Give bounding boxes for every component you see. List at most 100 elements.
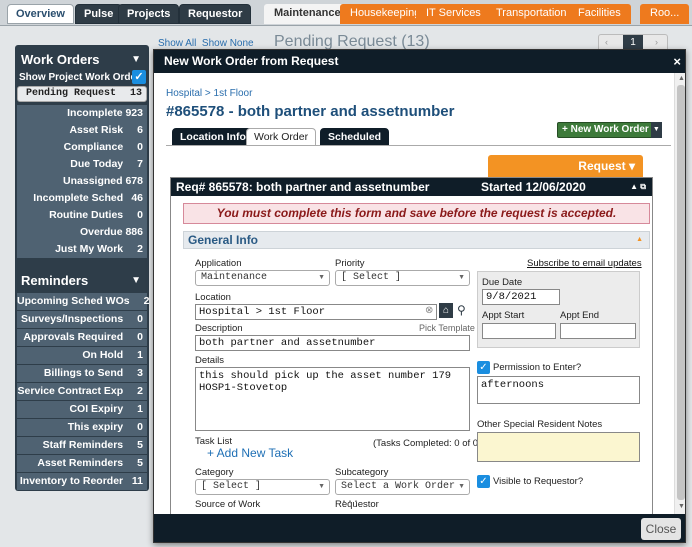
show-project-label: Show Project Work Orders bbox=[19, 72, 146, 83]
sidebar-item-billings-to-send[interactable]: Billings to Send 3 bbox=[17, 365, 147, 382]
close-button[interactable]: Close bbox=[641, 518, 681, 540]
work-orders-header[interactable]: Work Orders ▼ bbox=[15, 49, 149, 71]
tab-scheduled[interactable]: Scheduled bbox=[320, 128, 390, 146]
tab-rooms[interactable]: Roo... bbox=[640, 4, 690, 24]
close-icon[interactable]: × bbox=[673, 50, 681, 73]
map-pin-icon[interactable]: ⚲ bbox=[457, 303, 466, 317]
sidebar-item-incomplete-sched[interactable]: Incomplete Sched 46 bbox=[17, 190, 147, 207]
sidebar-item-count: 3 bbox=[137, 367, 143, 379]
sidebar-item-upcoming-sched-wos[interactable]: Upcoming Sched WOs 2 bbox=[17, 293, 149, 310]
sidebar-item-incomplete[interactable]: Incomplete 923 bbox=[17, 105, 147, 122]
sidebar-item-service-contract-exp[interactable]: Service Contract Exp 2 bbox=[17, 383, 147, 400]
scroll-down-icon[interactable]: ▼ bbox=[678, 503, 685, 510]
modal-scrollbar[interactable]: ▲ ▼ bbox=[674, 73, 685, 514]
reminders-header[interactable]: Reminders ▼ bbox=[15, 270, 149, 292]
add-new-task-link[interactable]: + Add New Task bbox=[207, 446, 293, 460]
tab-it-services[interactable]: IT Services bbox=[416, 4, 491, 24]
due-date-field[interactable]: 9/8/2021 bbox=[482, 289, 560, 305]
work-order-title: #865578 - both partner and assetnumber bbox=[166, 103, 455, 120]
visible-to-requestor-label: Visible to Requestor? bbox=[493, 476, 584, 487]
sidebar-item-pending-request[interactable]: Pending Request 13 bbox=[17, 86, 147, 102]
show-project-work-orders[interactable]: Show Project Work Orders ✓ bbox=[17, 69, 147, 86]
tab-location-info[interactable]: Location Info bbox=[172, 128, 254, 146]
sidebar-item-routine-duties[interactable]: Routine Duties 0 bbox=[17, 207, 147, 224]
sidebar-item-count: 678 bbox=[125, 175, 143, 187]
sidebar-item-asset-risk[interactable]: Asset Risk 6 bbox=[17, 122, 147, 139]
sidebar-item-count: 0 bbox=[137, 141, 143, 153]
dropdown-arrow-icon[interactable]: ▼ bbox=[650, 122, 662, 138]
appt-end-field[interactable] bbox=[560, 323, 636, 339]
breadcrumb[interactable]: Hospital > 1st Floor bbox=[166, 88, 252, 99]
tab-requestor[interactable]: Requestor bbox=[179, 4, 252, 24]
sidebar-item-this-expiry[interactable]: This expiry 0 bbox=[17, 419, 147, 436]
pager-prev-icon[interactable]: ‹ bbox=[605, 37, 608, 47]
sidebar-item-count: 46 bbox=[131, 192, 143, 204]
checkbox-checked-icon[interactable]: ✓ bbox=[132, 70, 146, 84]
checkbox-checked-icon[interactable]: ✓ bbox=[477, 475, 490, 488]
application-select[interactable]: Maintenance ▼ bbox=[195, 270, 330, 286]
home-icon[interactable]: ⌂ bbox=[439, 303, 453, 318]
permission-textarea[interactable]: afternoons bbox=[477, 376, 640, 404]
tab-maintenance[interactable]: Maintenance bbox=[264, 4, 351, 24]
sidebar-item-due-today[interactable]: Due Today 7 bbox=[17, 156, 147, 173]
tab-work-order[interactable]: Work Order bbox=[246, 128, 317, 146]
category-select[interactable]: [ Select ] ▼ bbox=[195, 479, 330, 495]
sidebar-item-label: This expiry bbox=[67, 421, 124, 433]
scrollbar-thumb[interactable] bbox=[677, 85, 685, 500]
checkbox-checked-icon[interactable]: ✓ bbox=[477, 361, 490, 374]
tab-overview[interactable]: Overview bbox=[7, 4, 74, 24]
location-field[interactable]: Hospital > 1st Floor bbox=[195, 304, 437, 320]
subcategory-label: Subcategory bbox=[335, 467, 389, 478]
collapse-expand-icon[interactable]: ▲ ⧉ bbox=[630, 178, 646, 196]
sidebar-item-label: Upcoming Sched WOs bbox=[17, 295, 130, 307]
description-label: Description bbox=[195, 323, 243, 334]
application-select-value: Maintenance bbox=[201, 272, 268, 283]
general-info-title: General Info bbox=[188, 233, 259, 247]
top-tab-bar: Overview Pulse Projects Requestor Mainte… bbox=[0, 0, 692, 26]
modal-header: New Work Order from Request × bbox=[154, 50, 685, 73]
sidebar-item-label: Compliance bbox=[63, 141, 124, 153]
sidebar-item-count: 13 bbox=[129, 88, 142, 99]
sidebar-item-asset-reminders[interactable]: Asset Reminders 5 bbox=[17, 455, 147, 472]
sidebar-item-unassigned[interactable]: Unassigned 678 bbox=[17, 173, 147, 190]
tab-transportation[interactable]: Transportation bbox=[486, 4, 577, 24]
new-work-order-button[interactable]: + New Work Order ▼ bbox=[557, 122, 662, 138]
sidebar-item-approvals-required[interactable]: Approvals Required 0 bbox=[17, 329, 147, 346]
sidebar-item-coi-expiry[interactable]: COI Expiry 1 bbox=[17, 401, 147, 418]
sidebar-item-on-hold[interactable]: On Hold 1 bbox=[17, 347, 147, 364]
tab-pulse[interactable]: Pulse bbox=[75, 4, 123, 24]
pick-template-link[interactable]: Pick Template bbox=[419, 323, 475, 333]
sidebar-item-count: 0 bbox=[137, 331, 143, 343]
subscribe-email-link[interactable]: Subscribe to email updates bbox=[527, 258, 642, 269]
general-info-header[interactable]: General Info ▲ bbox=[183, 231, 650, 249]
tab-projects[interactable]: Projects bbox=[118, 4, 180, 24]
sidebar-item-label: Staff Reminders bbox=[42, 439, 124, 451]
sidebar-item-surveys-inspections[interactable]: Surveys/Inspections 0 bbox=[17, 311, 147, 328]
sidebar-item-compliance[interactable]: Compliance 0 bbox=[17, 139, 147, 156]
collapse-caret-icon[interactable]: ▼ bbox=[131, 270, 141, 292]
details-textarea[interactable]: this should pick up the asset number 179… bbox=[195, 367, 470, 431]
sidebar-item-overdue[interactable]: Overdue 886 bbox=[17, 224, 147, 241]
sidebar-item-label: Overdue bbox=[79, 226, 123, 238]
sidebar-item-label: Asset Risk bbox=[69, 124, 124, 136]
appt-end-label: Appt End bbox=[560, 310, 600, 321]
tab-facilities[interactable]: Facilities bbox=[568, 4, 631, 24]
priority-select[interactable]: [ Select ] ▼ bbox=[335, 270, 470, 286]
subcategory-select[interactable]: Select a Work Order ... ▼ bbox=[335, 479, 470, 506]
description-field[interactable]: both partner and assetnumber bbox=[195, 335, 470, 351]
sidebar-item-count: 0 bbox=[137, 209, 143, 221]
sidebar-item-staff-reminders[interactable]: Staff Reminders 5 bbox=[17, 437, 147, 454]
request-dropdown-tab[interactable]: Request ▾ bbox=[488, 155, 643, 177]
show-none-link[interactable]: Show None bbox=[202, 38, 254, 49]
collapse-caret-icon[interactable]: ▼ bbox=[131, 49, 141, 71]
sidebar-item-count: 5 bbox=[137, 439, 143, 451]
appt-start-field[interactable] bbox=[482, 323, 556, 339]
pager-next-icon[interactable]: › bbox=[655, 37, 658, 47]
collapse-up-icon[interactable]: ▲ bbox=[636, 232, 643, 248]
sidebar-item-inventory-to-reorder[interactable]: Inventory to Reorder 11 bbox=[17, 473, 147, 490]
clear-icon[interactable]: ⊗ bbox=[425, 305, 433, 316]
scroll-up-icon[interactable]: ▲ bbox=[678, 75, 685, 82]
show-all-link[interactable]: Show All bbox=[158, 38, 196, 49]
other-notes-textarea[interactable] bbox=[477, 432, 640, 462]
sidebar-item-just-my-work[interactable]: Just My Work 2 bbox=[17, 241, 147, 258]
